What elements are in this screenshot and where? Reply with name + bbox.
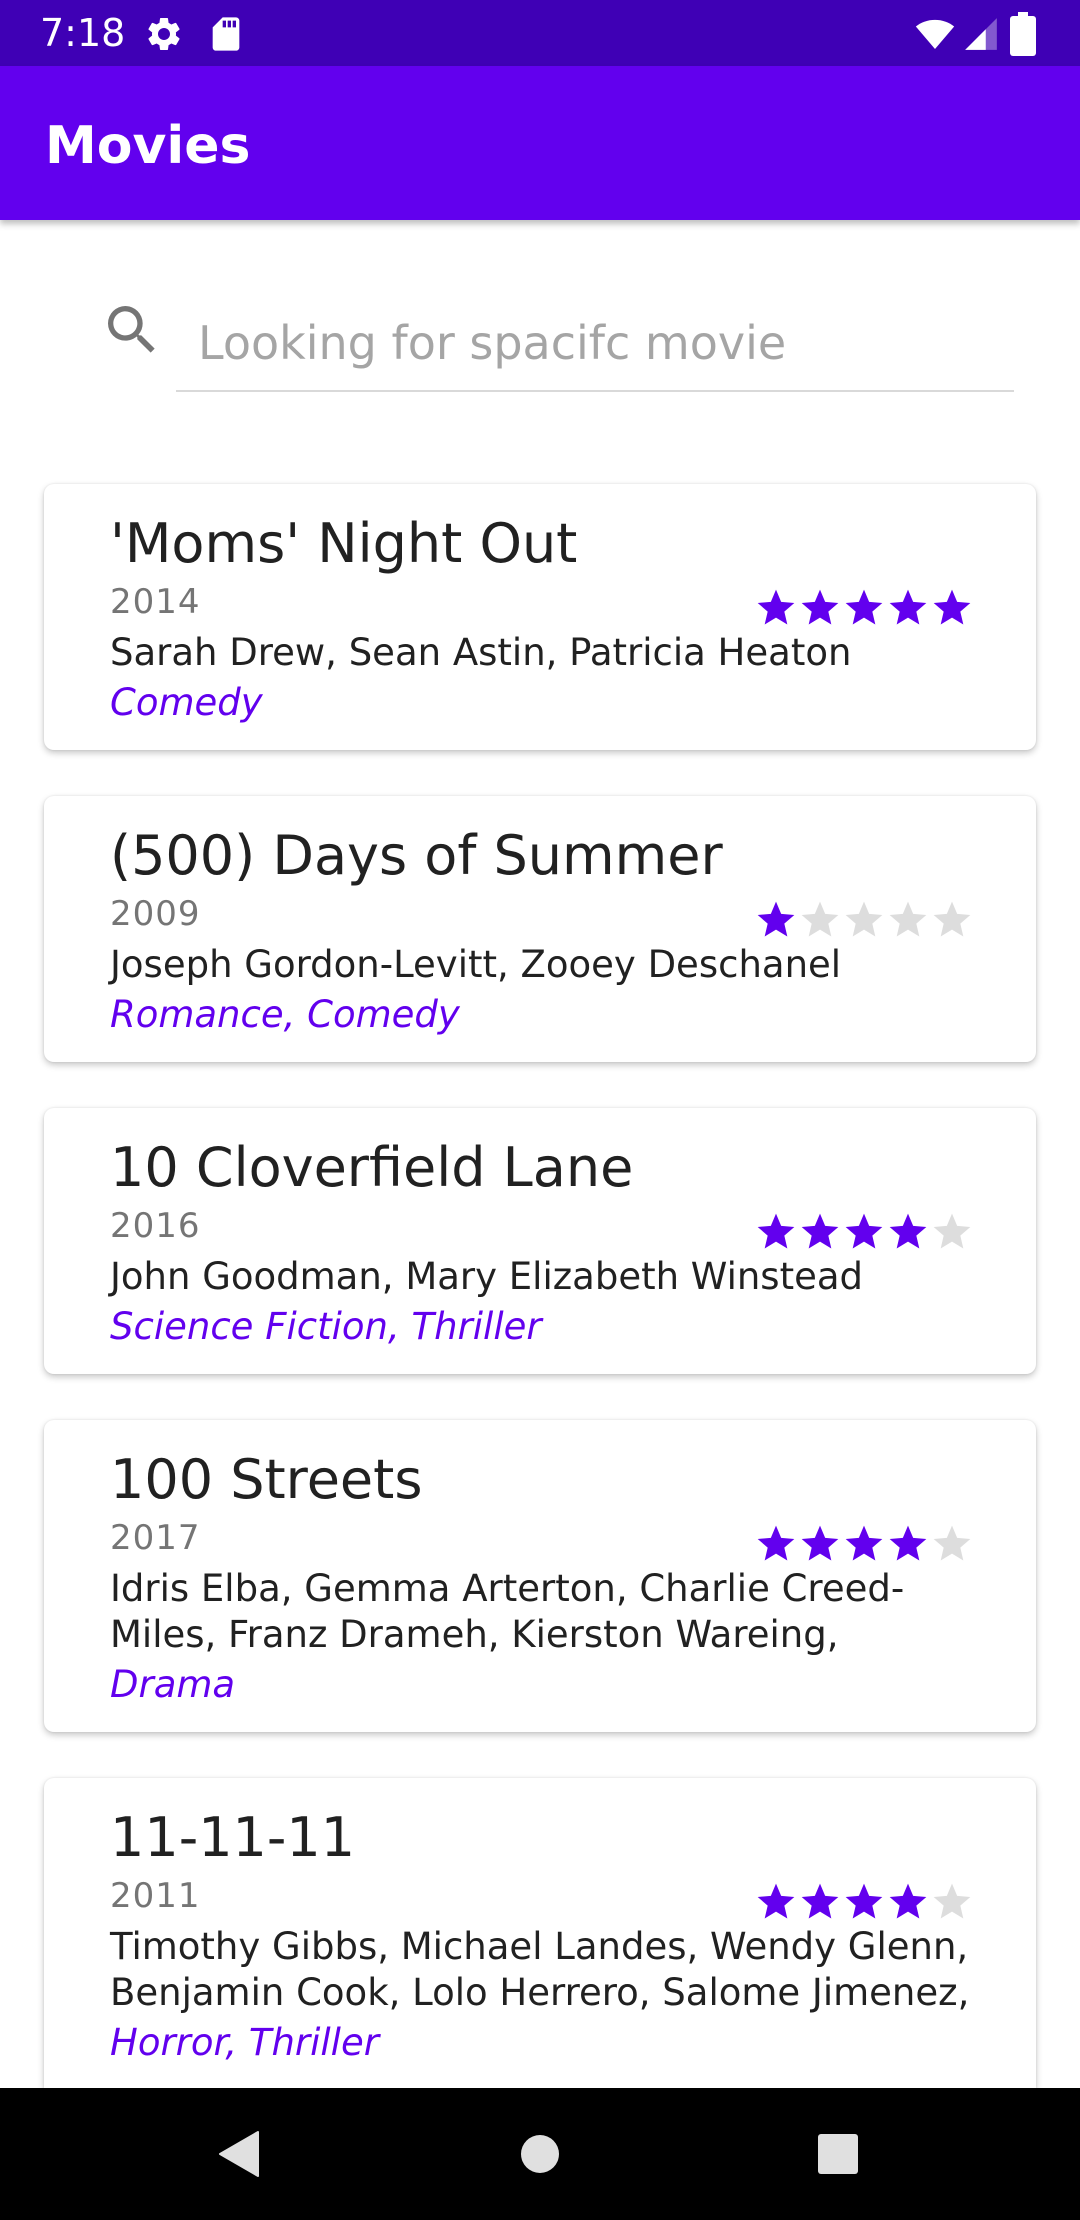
star-filled-icon — [886, 1880, 930, 1924]
movie-genre: Comedy — [110, 681, 263, 724]
list-item[interactable]: (500) Days of Summer 2009 Joseph Gordon-… — [44, 796, 1036, 1062]
movie-year: 2014 — [110, 582, 201, 622]
star-filled-icon — [842, 1880, 886, 1924]
rating-bar — [754, 898, 1014, 942]
rating-bar — [754, 1210, 1014, 1254]
list-item[interactable]: 'Moms' Night Out 2014 Sarah Drew, Sean A… — [44, 484, 1036, 750]
movie-cast: Idris Elba, Gemma Arterton, Charlie Cree… — [110, 1567, 905, 1656]
star-filled-icon — [886, 1210, 930, 1254]
star-filled-icon — [754, 586, 798, 630]
rating-bar — [754, 1880, 1014, 1924]
home-icon[interactable] — [520, 2134, 560, 2179]
navigation-bar — [0, 2088, 1080, 2220]
star-filled-icon — [842, 1522, 886, 1566]
star-filled-icon — [754, 1880, 798, 1924]
star-empty-icon — [930, 1210, 974, 1254]
movie-genre: Science Fiction, Thriller — [110, 1305, 542, 1348]
gear-icon — [144, 14, 184, 59]
star-filled-icon — [886, 586, 930, 630]
status-time: 7:18 — [40, 11, 126, 55]
search-icon[interactable] — [100, 298, 164, 362]
star-filled-icon — [754, 898, 798, 942]
app-bar: Movies — [0, 66, 1080, 220]
movie-cast: John Goodman, Mary Elizabeth Winstead — [110, 1255, 864, 1298]
movie-cast: Sarah Drew, Sean Astin, Patricia Heaton — [110, 631, 852, 674]
movie-genre: Drama — [110, 1663, 236, 1706]
list-item[interactable]: 10 Cloverfield Lane 2016 John Goodman, M… — [44, 1108, 1036, 1374]
star-empty-icon — [930, 1522, 974, 1566]
recents-icon[interactable] — [818, 2134, 858, 2179]
star-filled-icon — [798, 586, 842, 630]
movie-cast: Joseph Gordon-Levitt, Zooey Deschanel — [110, 943, 842, 986]
star-filled-icon — [798, 1880, 842, 1924]
movie-title: 10 Cloverfield Lane — [110, 1136, 634, 1199]
page-title: Movies — [45, 116, 251, 176]
movie-cast: Timothy Gibbs, Michael Landes, Wendy Gle… — [110, 1925, 970, 2014]
star-filled-icon — [754, 1210, 798, 1254]
movie-year: 2017 — [110, 1518, 201, 1558]
search-input[interactable] — [176, 296, 1014, 392]
movie-title: (500) Days of Summer — [110, 824, 723, 887]
star-empty-icon — [842, 898, 886, 942]
star-filled-icon — [930, 586, 974, 630]
star-filled-icon — [798, 1522, 842, 1566]
star-filled-icon — [842, 586, 886, 630]
movie-genre: Romance, Comedy — [110, 993, 460, 1036]
movie-year: 2016 — [110, 1206, 201, 1246]
back-icon[interactable] — [218, 2130, 260, 2183]
rating-bar — [754, 586, 1014, 630]
star-empty-icon — [886, 898, 930, 942]
star-filled-icon — [842, 1210, 886, 1254]
star-empty-icon — [798, 898, 842, 942]
list-item[interactable]: 100 Streets 2017 Idris Elba, Gemma Arter… — [44, 1420, 1036, 1732]
movie-genre: Horror, Thriller — [110, 2021, 379, 2064]
movie-title: 11-11-11 — [110, 1806, 356, 1869]
wifi-icon — [914, 14, 956, 59]
sd-card-icon — [206, 14, 246, 59]
star-empty-icon — [930, 898, 974, 942]
signal-icon — [962, 14, 1000, 59]
star-filled-icon — [754, 1522, 798, 1566]
movie-title: 100 Streets — [110, 1448, 423, 1511]
star-filled-icon — [886, 1522, 930, 1566]
star-empty-icon — [930, 1880, 974, 1924]
movie-title: 'Moms' Night Out — [110, 512, 578, 575]
status-bar: 7:18 — [0, 0, 1080, 66]
star-filled-icon — [798, 1210, 842, 1254]
rating-bar — [754, 1522, 1014, 1566]
movie-year: 2011 — [110, 1876, 201, 1916]
movie-year: 2009 — [110, 894, 201, 934]
battery-icon — [1010, 12, 1036, 61]
list-item[interactable]: 11-11-11 2011 Timothy Gibbs, Michael Lan… — [44, 1778, 1036, 2088]
